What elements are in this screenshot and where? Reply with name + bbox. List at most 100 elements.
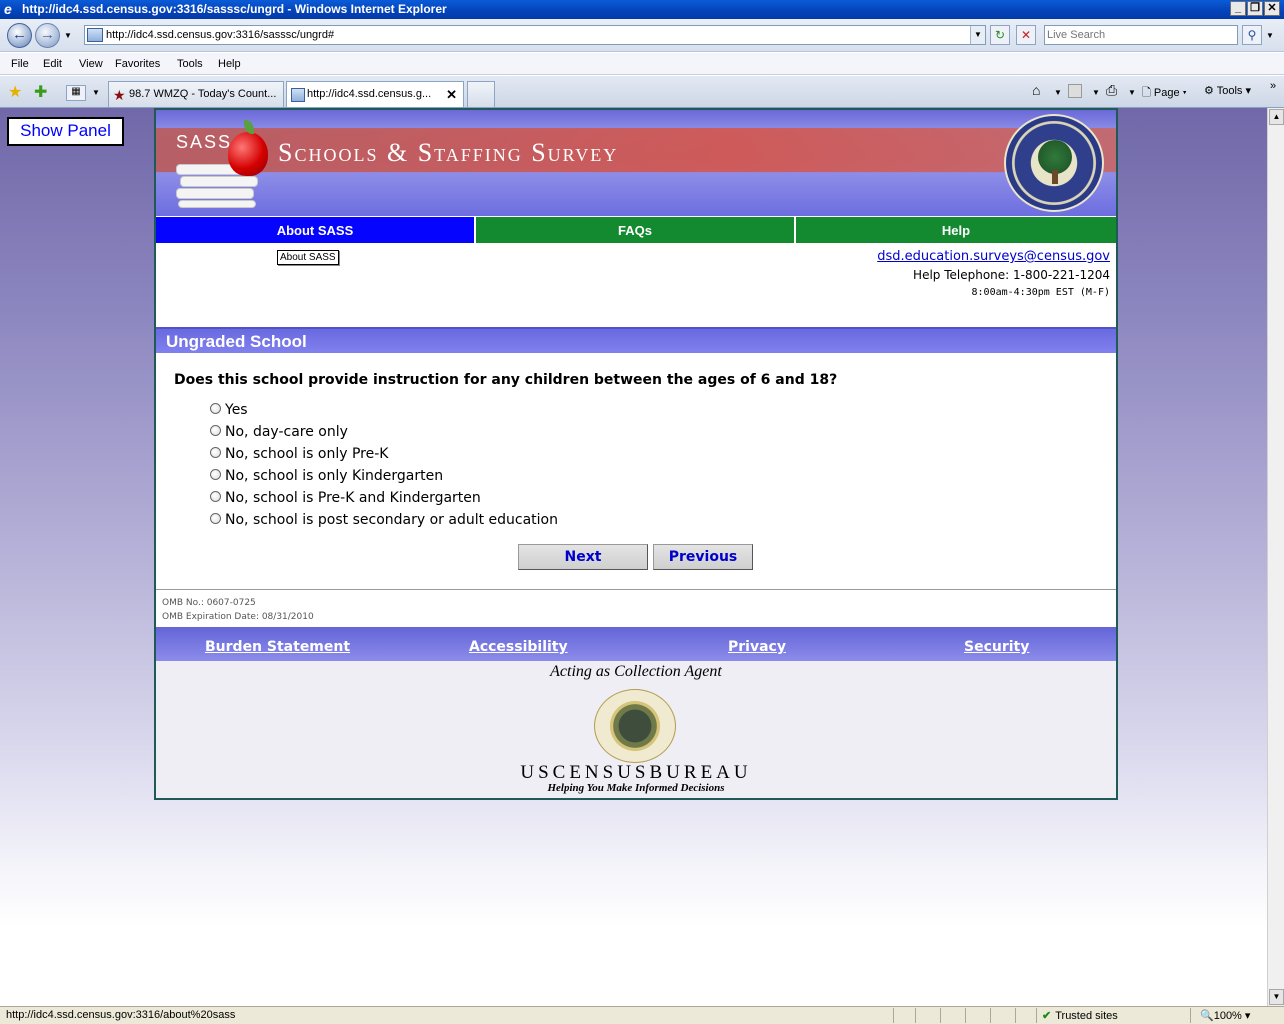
option-day-care-only[interactable]: No, day-care only: [210, 421, 558, 443]
option-label: Yes: [225, 402, 248, 418]
census-agent-block: Acting as Collection Agent USCENSUSBUREA…: [156, 661, 1116, 798]
close-window-button[interactable]: ✕: [1264, 1, 1280, 16]
option-label: No, day-care only: [225, 424, 348, 440]
page-favicon-icon: [291, 88, 305, 102]
menu-edit[interactable]: Edit: [43, 58, 62, 70]
tooltip: About SASS: [277, 250, 339, 265]
feeds-dropdown-icon[interactable]: ▼: [1092, 88, 1100, 97]
stop-button[interactable]: ✕: [1016, 25, 1036, 45]
burden-statement-link[interactable]: Burden Statement: [205, 639, 350, 655]
menu-file[interactable]: File: [11, 58, 29, 70]
nav-faqs[interactable]: FAQs: [476, 216, 796, 243]
previous-button[interactable]: Previous: [653, 544, 753, 570]
scroll-up-icon[interactable]: ▲: [1269, 109, 1284, 125]
tab-label: 98.7 WMZQ - Today's Count...: [129, 88, 277, 100]
feeds-icon[interactable]: [1068, 84, 1082, 98]
print-icon[interactable]: ⎙: [1106, 82, 1117, 99]
page-menu-button[interactable]: 🗋 Page ▾: [1142, 84, 1187, 103]
census-tagline: Helping You Make Informed Decisions: [547, 782, 725, 794]
nav-help[interactable]: Help: [796, 216, 1116, 243]
acting-as-agent-text: Acting as Collection Agent: [550, 663, 722, 680]
radio-button[interactable]: [210, 402, 221, 414]
department-of-education-seal-icon: [1004, 114, 1104, 212]
add-favorite-icon[interactable]: ✚: [34, 82, 47, 102]
quick-tabs-icon[interactable]: ▦: [66, 85, 86, 101]
show-panel-button[interactable]: Show Panel: [7, 117, 124, 146]
forward-button[interactable]: →: [35, 23, 60, 48]
radio-button[interactable]: [210, 446, 221, 458]
vertical-scrollbar[interactable]: ▲ ▼: [1267, 108, 1284, 1006]
menu-tools[interactable]: Tools: [177, 58, 203, 70]
security-zone: ✔ Trusted sites: [1042, 1009, 1118, 1022]
zoom-value: 100%: [1213, 1010, 1242, 1022]
option-only-pre-k[interactable]: No, school is only Pre-K: [210, 443, 558, 465]
zoom-icon: 🔍: [1200, 1010, 1214, 1022]
omb-number: OMB No.: 0607-0725: [162, 598, 256, 608]
minimize-button[interactable]: _: [1230, 1, 1246, 16]
search-input[interactable]: [1045, 26, 1235, 44]
menu-favorites[interactable]: Favorites: [115, 58, 160, 70]
radio-button[interactable]: [210, 468, 221, 480]
menu-help[interactable]: Help: [218, 58, 241, 70]
sass-banner: SASS Schools & Staffing Survey: [156, 110, 1116, 216]
tab-list-icon[interactable]: ▼: [92, 88, 100, 97]
nav-about-sass[interactable]: About SASS: [156, 216, 476, 243]
window-title: http://idc4.ssd.census.gov:3316/sasssc/u…: [22, 2, 447, 16]
option-post-secondary[interactable]: No, school is post secondary or adult ed…: [210, 509, 558, 531]
radio-button[interactable]: [210, 512, 221, 524]
option-label: No, school is only Pre-K: [225, 446, 389, 462]
radio-button[interactable]: [210, 424, 221, 436]
status-url: http://idc4.ssd.census.gov:3316/about%20…: [6, 1009, 236, 1021]
favorites-star-icon[interactable]: ★: [8, 82, 22, 102]
refresh-button[interactable]: ↻: [990, 25, 1010, 45]
search-icon[interactable]: ⚲: [1242, 25, 1262, 45]
address-dropdown-icon[interactable]: ▼: [970, 26, 985, 44]
sass-logo-text: SASS: [176, 132, 233, 152]
tools-menu-button[interactable]: ⚙ Tools ▾: [1204, 84, 1251, 97]
menu-view[interactable]: View: [79, 58, 103, 70]
contact-info: dsd.education.surveys@census.gov Help Te…: [877, 249, 1110, 298]
option-yes[interactable]: Yes: [210, 399, 558, 421]
help-hours: 8:00am-4:30pm EST (M-F): [971, 287, 1110, 298]
option-pre-k-and-kindergarten[interactable]: No, school is Pre-K and Kindergarten: [210, 487, 558, 509]
maximize-button[interactable]: ❐: [1247, 1, 1263, 16]
contact-email-link[interactable]: dsd.education.surveys@census.gov: [877, 249, 1110, 264]
option-label: No, school is Pre-K and Kindergarten: [225, 490, 481, 506]
apple-icon: [228, 132, 268, 176]
radio-button[interactable]: [210, 490, 221, 502]
next-button[interactable]: Next: [518, 544, 648, 570]
footer-links: Burden Statement Accessibility Privacy S…: [156, 627, 1116, 661]
option-only-kindergarten[interactable]: No, school is only Kindergarten: [210, 465, 558, 487]
check-icon: ✔: [1042, 1010, 1052, 1022]
tab-bar: ★ ✚ ▦ ▼ ★ 98.7 WMZQ - Today's Count... h…: [0, 76, 1284, 108]
privacy-link[interactable]: Privacy: [728, 639, 786, 655]
address-field[interactable]: http://idc4.ssd.census.gov:3316/sasssc/u…: [84, 25, 986, 45]
search-field[interactable]: [1044, 25, 1238, 45]
banner-title: Schools & Staffing Survey: [278, 138, 619, 167]
security-link[interactable]: Security: [964, 639, 1029, 655]
print-dropdown-icon[interactable]: ▼: [1128, 88, 1136, 97]
section-title: Ungraded School: [156, 327, 1116, 353]
census-bureau-seal-icon: [594, 689, 676, 763]
new-tab-button[interactable]: [467, 81, 495, 107]
close-tab-icon[interactable]: ✕: [446, 87, 457, 103]
tab-wmzq[interactable]: ★ 98.7 WMZQ - Today's Count...: [108, 81, 284, 107]
accessibility-link[interactable]: Accessibility: [469, 639, 568, 655]
scroll-down-icon[interactable]: ▼: [1269, 989, 1284, 1005]
zoom-level[interactable]: 🔍100% ▾: [1200, 1009, 1250, 1022]
census-bureau-wordmark: USCENSUSBUREAU: [520, 762, 752, 783]
question-text: Does this school provide instruction for…: [174, 372, 838, 388]
toolbar-overflow-icon[interactable]: »: [1270, 80, 1276, 92]
page-menu-label: Page: [1153, 87, 1180, 99]
gear-icon: ⚙: [1204, 85, 1214, 97]
answer-options: Yes No, day-care only No, school is only…: [210, 399, 558, 531]
tab-census[interactable]: http://idc4.ssd.census.g... ✕: [286, 81, 464, 107]
history-dropdown-icon[interactable]: ▼: [64, 31, 72, 40]
home-dropdown-icon[interactable]: ▼: [1054, 88, 1062, 97]
star-favicon-icon: ★: [113, 87, 126, 103]
home-icon[interactable]: ⌂: [1032, 82, 1040, 98]
back-button[interactable]: ←: [7, 23, 32, 48]
tree-icon: [1038, 140, 1072, 174]
search-options-icon[interactable]: ▼: [1266, 31, 1274, 40]
status-bar: http://idc4.ssd.census.gov:3316/about%20…: [0, 1006, 1284, 1024]
